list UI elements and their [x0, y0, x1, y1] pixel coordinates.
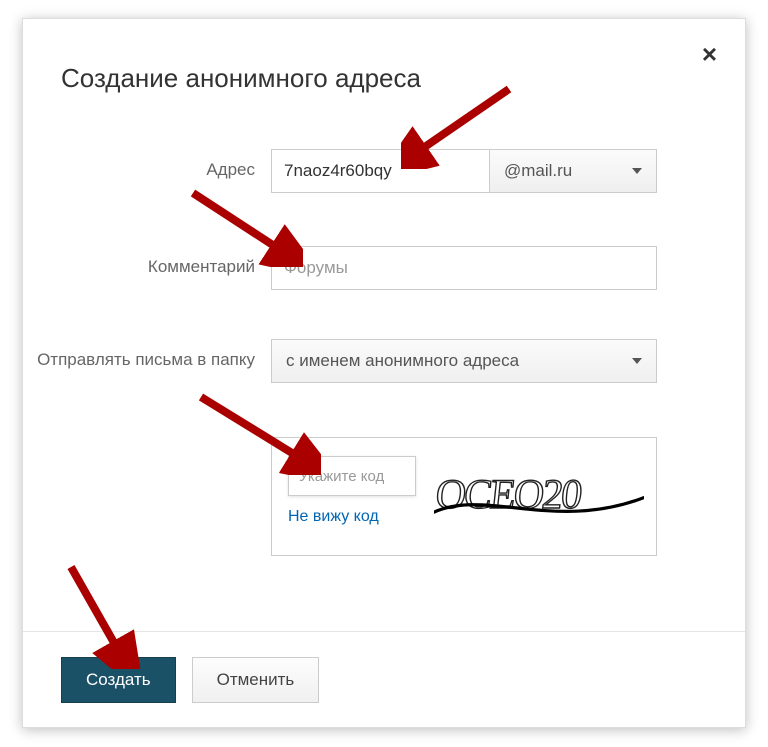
comment-input[interactable]: [271, 246, 657, 290]
folder-select[interactable]: с именем анонимного адреса: [271, 339, 657, 383]
folder-select-value: с именем анонимного адреса: [286, 351, 519, 371]
captcha-image: OCEO20: [434, 456, 644, 541]
comment-label: Комментарий: [23, 246, 271, 278]
captcha-input[interactable]: [288, 456, 416, 496]
domain-select[interactable]: @mail.ru: [489, 149, 657, 193]
close-icon[interactable]: ×: [702, 41, 717, 67]
cancel-button[interactable]: Отменить: [192, 657, 320, 703]
captcha-box: Не вижу код OCEO20: [271, 437, 657, 556]
create-button[interactable]: Создать: [61, 657, 176, 703]
folder-label: Отправлять письма в папку: [23, 339, 271, 371]
chevron-down-icon: [632, 168, 642, 174]
modal-footer: Создать Отменить: [23, 631, 745, 727]
captcha-refresh-link[interactable]: Не вижу код: [288, 508, 416, 526]
address-label: Адрес: [23, 149, 271, 181]
create-anon-address-modal: × Создание анонимного адреса Адрес @mail…: [22, 18, 746, 728]
modal-title: Создание анонимного адреса: [61, 63, 421, 94]
chevron-down-icon: [632, 358, 642, 364]
domain-select-value: @mail.ru: [504, 161, 572, 181]
address-input[interactable]: [271, 149, 489, 193]
